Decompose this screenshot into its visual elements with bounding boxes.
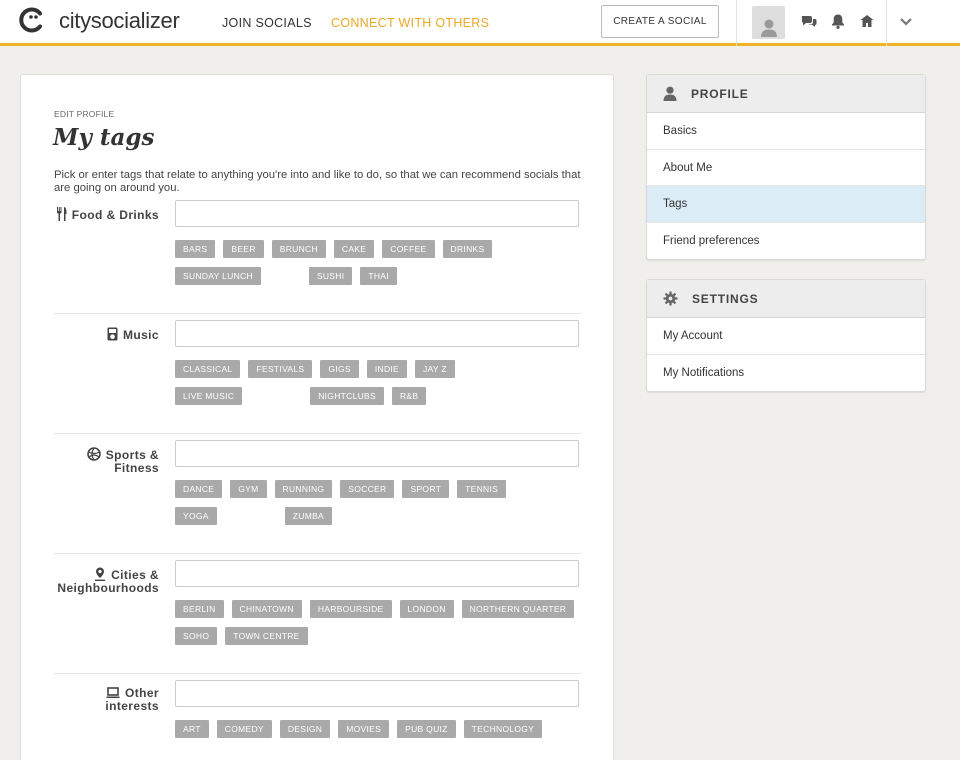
breadcrumb: EDIT PROFILE (54, 109, 115, 119)
tag-chip[interactable]: MOVIES (338, 720, 390, 738)
section-divider (54, 433, 581, 434)
section-label-text: Food & Drinks (71, 208, 159, 222)
settings-panel-title: SETTINGS (692, 291, 759, 306)
tag-chip[interactable]: BERLIN (175, 600, 224, 618)
intro-text: Pick or enter tags that relate to anythi… (54, 169, 581, 194)
tag-input-other[interactable] (175, 680, 579, 707)
tag-chip[interactable]: JAY Z (415, 360, 455, 378)
section-label-text: Cities & Neighbourhoods (57, 568, 159, 595)
section-divider (54, 673, 581, 674)
tag-chip[interactable]: HARBOURSIDE (309, 600, 392, 618)
tag-chip[interactable]: TENNIS (457, 480, 507, 498)
laptop-icon (106, 687, 120, 698)
section-label-text: Music (122, 328, 159, 342)
tag-chip[interactable]: DANCE (175, 480, 223, 498)
tag-chip[interactable]: COFFEE (382, 240, 435, 258)
tag-chip[interactable]: THAI (360, 267, 397, 285)
person-icon (663, 86, 677, 101)
tag-chip[interactable]: LONDON (399, 600, 454, 618)
avatar-icon (760, 19, 777, 37)
section-divider (54, 313, 581, 314)
tag-chip[interactable]: DRINKS (442, 240, 493, 258)
tag-chip[interactable]: BRUNCH (271, 240, 326, 258)
settings-panel-header: SETTINGS (647, 280, 925, 318)
tag-list: BERLIN CHINATOWN HARBOURSIDE LONDON NORT… (175, 600, 585, 645)
logo-icon[interactable] (19, 7, 45, 33)
tag-chip[interactable]: TOWN CENTRE (225, 627, 308, 645)
music-player-icon (107, 327, 118, 341)
tag-chip[interactable]: CAKE (333, 240, 375, 258)
logo-text[interactable]: citysocializer (59, 8, 180, 34)
sidebar-item-tags[interactable]: Tags (647, 186, 925, 223)
tag-chip[interactable]: BARS (175, 240, 216, 258)
tag-input-sports-fitness[interactable] (175, 440, 579, 467)
tag-list: ART COMEDY DESIGN MOVIES PUB QUIZ TECHNO… (175, 720, 585, 738)
tag-input-food-drinks[interactable] (175, 200, 579, 227)
tag-chip[interactable]: PUB QUIZ (397, 720, 456, 738)
nav-connect-with-others[interactable]: CONNECT WITH OTHERS (331, 16, 489, 30)
chat-icon[interactable] (801, 13, 817, 29)
tag-chip[interactable]: RUNNING (274, 480, 333, 498)
settings-panel: SETTINGS My Account My Notifications (646, 279, 926, 392)
nav-join-socials[interactable]: JOIN SOCIALS (222, 16, 312, 30)
section-label: Sports & Fitness (49, 447, 159, 475)
top-navbar: citysocializer JOIN SOCIALS CONNECT WITH… (0, 0, 960, 46)
tag-chip[interactable]: YOGA (175, 507, 217, 525)
home-icon[interactable] (859, 13, 875, 29)
divider (736, 0, 737, 46)
tag-chip[interactable]: LIVE MUSIC (175, 387, 243, 405)
sidebar-item-about-me[interactable]: About Me (647, 150, 925, 186)
tag-chip[interactable]: SPORT (402, 480, 450, 498)
section-label: Food & Drinks (49, 207, 159, 222)
fork-knife-icon (56, 207, 67, 221)
tag-chip[interactable]: CLASSICAL (175, 360, 241, 378)
gear-icon (663, 291, 678, 306)
tag-chip[interactable]: NIGHTCLUBS (310, 387, 384, 405)
tag-chip[interactable]: SOHO (175, 627, 218, 645)
tag-chip[interactable]: GYM (230, 480, 267, 498)
create-social-button[interactable]: CREATE A SOCIAL (601, 5, 719, 38)
tag-chip[interactable]: SOCCER (340, 480, 395, 498)
tag-list: BARS BEER BRUNCH CAKE COFFEE DRINKS SUND… (175, 240, 585, 285)
tag-chip[interactable]: FESTIVALS (248, 360, 313, 378)
sidebar-item-friend-preferences[interactable]: Friend preferences (647, 223, 925, 260)
sidebar-item-basics[interactable]: Basics (647, 113, 925, 150)
section-label: Other interests (49, 687, 159, 713)
profile-panel-title: PROFILE (691, 86, 749, 101)
tag-chip[interactable]: SUSHI (308, 267, 353, 285)
tag-input-music[interactable] (175, 320, 579, 347)
user-avatar[interactable] (752, 6, 785, 39)
profile-panel: PROFILE Basics About Me Tags Friend pref… (646, 74, 926, 260)
edit-tags-card: EDIT PROFILE My tags Pick or enter tags … (20, 74, 614, 760)
profile-panel-header: PROFILE (647, 75, 925, 113)
tag-input-cities[interactable] (175, 560, 579, 587)
section-label-text: Sports & Fitness (105, 448, 159, 475)
tag-chip[interactable]: CHINATOWN (231, 600, 302, 618)
sidebar-item-my-account[interactable]: My Account (647, 318, 925, 355)
tag-chip[interactable]: NORTHERN QUARTER (461, 600, 575, 618)
divider (886, 0, 887, 46)
sidebar-item-my-notifications[interactable]: My Notifications (647, 355, 925, 392)
tag-chip[interactable]: GIGS (320, 360, 359, 378)
tag-chip[interactable]: COMEDY (216, 720, 272, 738)
tag-chip[interactable]: SUNDAY LUNCH (175, 267, 261, 285)
tag-list: CLASSICAL FESTIVALS GIGS INDIE JAY Z LIV… (175, 360, 585, 405)
tag-list: DANCE GYM RUNNING SOCCER SPORT TENNIS YO… (175, 480, 585, 525)
ball-icon (86, 447, 101, 461)
tag-chip[interactable]: ART (175, 720, 209, 738)
tag-chip[interactable]: R&B (391, 387, 427, 405)
section-label: Music (49, 327, 159, 342)
map-pin-icon (95, 567, 106, 581)
tag-chip[interactable]: DESIGN (279, 720, 331, 738)
page-title: My tags (53, 124, 155, 151)
bell-icon[interactable] (830, 13, 846, 29)
tag-chip[interactable]: TECHNOLOGY (463, 720, 543, 738)
section-divider (54, 553, 581, 554)
section-label: Cities & Neighbourhoods (29, 567, 159, 595)
chevron-down-icon[interactable] (898, 14, 914, 30)
tag-chip[interactable]: ZUMBA (284, 507, 333, 525)
tag-chip[interactable]: INDIE (366, 360, 408, 378)
tag-chip[interactable]: BEER (223, 240, 264, 258)
